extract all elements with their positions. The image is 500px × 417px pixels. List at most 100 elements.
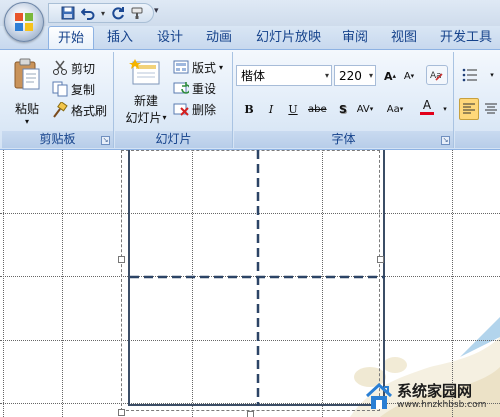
format-painter-icon[interactable] [129,5,147,21]
office-logo-icon [15,13,33,31]
paintbrush-icon [53,102,68,118]
clipboard-group-label: 剪贴板 [2,131,113,148]
resize-handle-bottom-left[interactable] [118,409,125,416]
slides-group: 新建 幻灯片 ▾ 版式 ▾ 重设 删除 幻灯片 [115,52,233,148]
font-dialog-launcher-icon[interactable]: ↘ [441,136,450,145]
cut-button[interactable]: 剪切 [52,58,95,78]
strikethrough-button[interactable]: abe [308,99,327,119]
change-case-label: Aa [386,103,400,115]
char-spacing-dropdown-icon[interactable]: ▾ [370,105,374,113]
shrink-font-button[interactable]: A ▾ [400,66,418,86]
paste-dropdown-icon[interactable]: ▾ [25,117,29,126]
font-group-label: 字体 [234,131,453,148]
new-slide-icon [129,59,160,85]
grid-line [62,150,63,417]
new-slide-button[interactable]: 新建 幻灯片 ▾ [119,58,173,126]
layout-button[interactable]: 版式 ▾ [173,57,223,77]
resize-handle-left[interactable] [118,256,125,263]
reset-label: 重设 [192,81,217,96]
tab-developer[interactable]: 开发工具 [440,26,492,50]
paste-label: 粘贴 [14,102,39,116]
font-size-combo[interactable]: 220 ▾ [334,65,376,86]
ribbon: 粘贴 ▾ 剪切 复制 格式刷 剪贴板 ↘ 新建 幻灯片 ▾ 版式 ▾ 重设 删除… [0,49,500,150]
table-object[interactable] [128,150,385,406]
bullet-list-icon [462,68,477,82]
grow-font-button[interactable]: A ▴ [380,66,400,86]
bullets-dropdown-icon[interactable]: ▾ [483,65,500,85]
customize-qat-icon[interactable]: ▾ [154,6,159,16]
tab-design[interactable]: 设计 [157,26,183,50]
copy-button[interactable]: 复制 [52,79,95,99]
new-slide-label-line1: 新建 [133,94,158,108]
resize-handle-right[interactable] [377,256,384,263]
site-watermark: 系统家园网 www.hnzkhbsb.com [364,377,500,417]
watermark-name: 系统家园网 [397,382,473,400]
quick-access-toolbar: ▾ [48,3,154,23]
font-group: 楷体 ▾ 220 ▾ A ▴ A ▾ Aa B I U abe S AV ▾ Aa ▾ … [234,52,454,148]
font-name-combo[interactable]: 楷体 ▾ [236,65,332,86]
tab-insert[interactable]: 插入 [107,26,133,50]
grow-font-arrow-icon: ▴ [392,72,397,80]
tab-slideshow[interactable]: 幻灯片放映 [256,26,321,50]
font-name-dropdown-icon[interactable]: ▾ [325,71,329,80]
format-painter-label: 格式刷 [71,103,108,118]
change-case-button[interactable]: Aa ▾ [386,99,404,119]
resize-handle-bottom[interactable] [247,411,254,417]
char-spacing-button[interactable]: AV ▾ [356,99,374,119]
undo-icon[interactable] [79,5,97,21]
shrink-font-arrow-icon: ▾ [410,72,415,80]
watermark-url: www.hnzkhbsb.com [397,400,487,410]
delete-slide-label: 删除 [192,102,217,117]
grow-font-label: A [383,69,393,83]
reset-button[interactable]: 重设 [173,78,216,98]
delete-slide-button[interactable]: 删除 [173,99,216,119]
new-slide-dropdown-icon[interactable]: ▾ [163,113,167,122]
clear-formatting-button[interactable]: Aa [426,65,448,85]
scissors-icon [53,60,67,75]
align-center-icon [485,103,497,114]
tab-animations[interactable]: 动画 [206,26,232,50]
reset-icon [173,82,189,94]
tab-home[interactable]: 开始 [48,26,95,50]
font-size-dropdown-icon[interactable]: ▾ [369,71,373,80]
redo-icon[interactable] [109,5,127,21]
align-left-button[interactable] [459,98,479,120]
ribbon-tabs: 开始 插入 设计 动画 幻灯片放映 审阅 视图 开发工具 [0,26,500,50]
italic-button[interactable]: I [262,99,280,119]
clear-formatting-icon: Aa [430,71,443,81]
cut-label: 剪切 [71,61,96,76]
tab-view[interactable]: 视图 [391,26,417,50]
layout-label: 版式 [192,60,217,75]
grid-line [3,150,4,417]
copy-label: 复制 [71,82,96,97]
char-spacing-label: AV [356,103,370,115]
font-name-value: 楷体 [241,69,266,83]
table-cell-dividers [130,150,385,406]
layout-icon [173,60,189,74]
new-slide-label-line2: 幻灯片 ▾ [125,109,166,126]
delete-slide-icon [173,103,189,116]
paste-button[interactable]: 粘贴 ▾ [8,58,46,126]
layout-dropdown-icon[interactable]: ▾ [219,63,223,72]
paragraph-group-label [455,131,500,148]
save-icon[interactable] [59,5,77,21]
tab-review[interactable]: 审阅 [342,26,368,50]
font-color-dropdown-icon[interactable]: ▾ [436,99,454,119]
paragraph-group-partial: ▾ [455,52,500,148]
undo-dropdown-icon[interactable]: ▾ [99,9,107,18]
change-case-dropdown-icon[interactable]: ▾ [400,105,404,113]
font-color-button[interactable]: A [418,97,436,117]
house-logo-icon [365,382,393,409]
bold-button[interactable]: B [240,99,258,119]
shrink-font-label: A [403,70,411,82]
align-left-icon [463,103,475,114]
bullets-button[interactable] [459,65,481,85]
format-painter-button[interactable]: 格式刷 [52,100,107,120]
underline-button[interactable]: U [284,99,302,119]
font-color-label: A [422,98,432,112]
office-button[interactable] [4,2,44,42]
shadow-button[interactable]: S [334,99,352,119]
align-center-button[interactable] [482,99,500,119]
clipboard-dialog-launcher-icon[interactable]: ↘ [101,136,110,145]
watermark-text: 系统家园网 www.hnzkhbsb.com [397,383,486,411]
